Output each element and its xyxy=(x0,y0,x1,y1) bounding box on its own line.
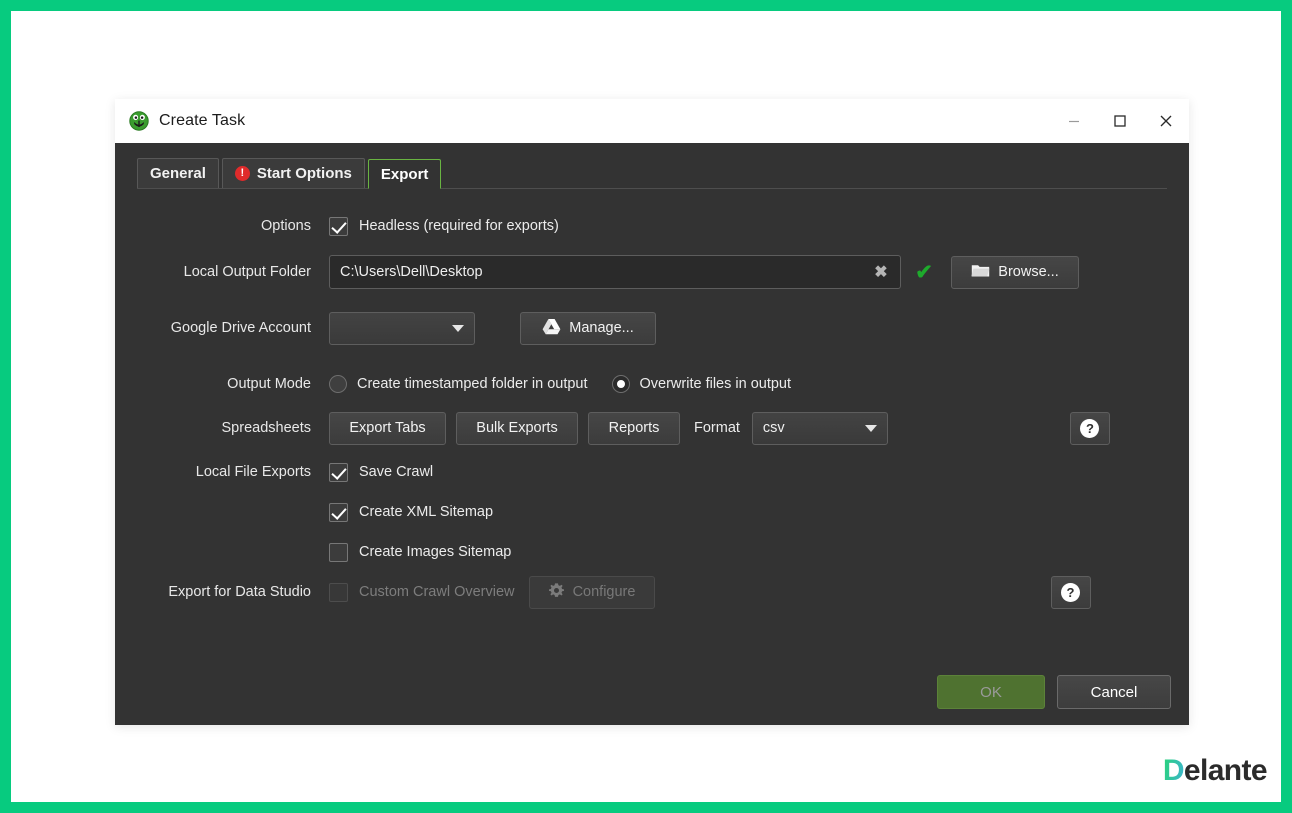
headless-label: Headless (required for exports) xyxy=(359,218,559,234)
format-select[interactable]: csv xyxy=(752,412,888,445)
manage-drive-button[interactable]: Manage... xyxy=(520,312,656,345)
tab-row: General ! Start Options Export xyxy=(137,159,1167,189)
maximize-icon[interactable] xyxy=(1097,99,1143,143)
export-tabs-button[interactable]: Export Tabs xyxy=(329,412,446,445)
headless-checkbox[interactable] xyxy=(329,217,348,236)
dialog-footer: OK Cancel xyxy=(937,675,1171,709)
google-drive-account-label: Google Drive Account xyxy=(115,320,329,336)
delante-logo-rest: elante xyxy=(1184,754,1267,788)
manage-label: Manage... xyxy=(569,320,634,336)
valid-check-icon: ✔ xyxy=(911,262,937,283)
google-drive-account-select[interactable] xyxy=(329,312,475,345)
reports-label: Reports xyxy=(609,420,660,436)
radio-overwrite-files[interactable] xyxy=(612,375,630,393)
local-output-folder-value: C:\Users\Dell\Desktop xyxy=(340,264,868,280)
create-task-dialog: Create Task xyxy=(115,99,1189,725)
format-value: csv xyxy=(763,420,853,436)
tab-export-label: Export xyxy=(381,166,429,183)
minimize-icon[interactable] xyxy=(1051,99,1097,143)
row-local-file-exports: Local File Exports Save Crawl xyxy=(115,455,1189,489)
close-icon[interactable] xyxy=(1143,99,1189,143)
dialog-title: Create Task xyxy=(159,112,245,130)
cancel-button[interactable]: Cancel xyxy=(1057,675,1171,709)
options-label: Options xyxy=(115,218,329,234)
create-xml-sitemap-label: Create XML Sitemap xyxy=(359,504,493,520)
export-for-data-studio-label: Export for Data Studio xyxy=(115,584,329,600)
tab-general-label: General xyxy=(150,165,206,182)
custom-crawl-overview-label: Custom Crawl Overview xyxy=(359,584,515,600)
google-drive-icon xyxy=(542,318,561,339)
browse-button[interactable]: Browse... xyxy=(951,256,1079,289)
row-create-images-sitemap: Create Images Sitemap xyxy=(115,535,1189,569)
row-local-output-folder: Local Output Folder C:\Users\Dell\Deskto… xyxy=(115,255,1189,289)
tab-general[interactable]: General xyxy=(137,158,219,188)
radio-overwrite-files-label: Overwrite files in output xyxy=(640,376,792,392)
create-xml-sitemap-checkbox[interactable] xyxy=(329,503,348,522)
warning-icon: ! xyxy=(235,166,250,181)
reports-button[interactable]: Reports xyxy=(588,412,680,445)
bulk-exports-label: Bulk Exports xyxy=(476,420,557,436)
export-form: Options Headless (required for exports) … xyxy=(115,195,1189,725)
create-images-sitemap-checkbox[interactable] xyxy=(329,543,348,562)
bulk-exports-button[interactable]: Bulk Exports xyxy=(456,412,578,445)
tab-strip: General ! Start Options Export xyxy=(115,143,1189,195)
row-google-drive-account: Google Drive Account M xyxy=(115,311,1189,345)
spreadsheets-help-button[interactable]: ? xyxy=(1070,412,1110,445)
tab-start-options[interactable]: ! Start Options xyxy=(222,158,365,188)
spreadsheets-label: Spreadsheets xyxy=(115,420,329,436)
window-controls xyxy=(1051,99,1189,143)
chevron-down-icon xyxy=(452,325,464,332)
local-file-exports-label: Local File Exports xyxy=(115,464,329,480)
help-icon: ? xyxy=(1061,583,1080,602)
green-page-frame: Create Task xyxy=(0,0,1292,813)
help-icon: ? xyxy=(1080,419,1099,438)
local-output-folder-input[interactable]: C:\Users\Dell\Desktop ✖ xyxy=(329,255,901,289)
custom-crawl-overview-checkbox xyxy=(329,583,348,602)
configure-label: Configure xyxy=(573,584,636,600)
row-options: Options Headless (required for exports) xyxy=(115,209,1189,243)
folder-open-icon xyxy=(971,263,990,282)
radio-create-timestamped-folder[interactable] xyxy=(329,375,347,393)
delante-logo: Delante xyxy=(1163,754,1267,788)
gear-icon xyxy=(548,582,565,603)
row-create-xml-sitemap: Create XML Sitemap xyxy=(115,495,1189,529)
row-output-mode: Output Mode Create timestamped folder in… xyxy=(115,367,1189,401)
screaming-frog-icon xyxy=(129,111,149,131)
save-crawl-checkbox[interactable] xyxy=(329,463,348,482)
format-label: Format xyxy=(694,420,740,436)
page-canvas: Create Task xyxy=(11,11,1281,802)
local-output-folder-label: Local Output Folder xyxy=(115,264,329,280)
configure-button: Configure xyxy=(529,576,655,609)
tab-start-options-label: Start Options xyxy=(257,165,352,182)
dialog-title-bar: Create Task xyxy=(115,99,1189,143)
chevron-down-icon xyxy=(865,425,877,432)
output-mode-label: Output Mode xyxy=(115,376,329,392)
save-crawl-label: Save Crawl xyxy=(359,464,433,480)
delante-logo-d: D xyxy=(1163,754,1184,788)
ok-label: OK xyxy=(980,684,1002,701)
ok-button[interactable]: OK xyxy=(937,675,1045,709)
data-studio-help-button[interactable]: ? xyxy=(1051,576,1091,609)
row-spreadsheets: Spreadsheets Export Tabs Bulk Exports Re… xyxy=(115,411,1189,445)
browse-label: Browse... xyxy=(998,264,1058,280)
clear-icon[interactable]: ✖ xyxy=(868,259,894,285)
create-images-sitemap-label: Create Images Sitemap xyxy=(359,544,511,560)
tab-export[interactable]: Export xyxy=(368,159,442,189)
export-tabs-label: Export Tabs xyxy=(349,420,425,436)
radio-create-timestamped-folder-label: Create timestamped folder in output xyxy=(357,376,588,392)
row-export-for-data-studio: Export for Data Studio Custom Crawl Over… xyxy=(115,575,1189,609)
cancel-label: Cancel xyxy=(1091,684,1138,701)
